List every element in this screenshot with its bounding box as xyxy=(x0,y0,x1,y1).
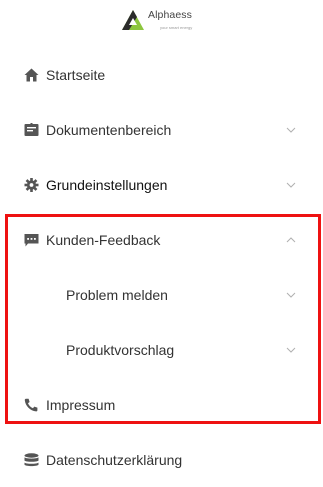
nav-item-documents[interactable]: Dokumentenbereich xyxy=(0,103,323,157)
nav-label-feedback: Kunden-Feedback xyxy=(46,232,161,248)
database-icon xyxy=(24,453,39,467)
chevron-up-icon xyxy=(286,237,296,243)
phone-icon xyxy=(24,398,38,412)
home-icon xyxy=(24,68,39,82)
nav-item-feedback[interactable]: Kunden-Feedback xyxy=(0,213,323,267)
brand-tagline: your smart energy xyxy=(160,25,193,30)
chevron-down-icon xyxy=(286,182,296,188)
nav-item-imprint[interactable]: Impressum xyxy=(0,378,323,432)
nav-item-privacy[interactable]: Datenschutzerklärung xyxy=(0,433,323,487)
chevron-down-icon xyxy=(286,347,296,353)
brand-logo[interactable]: Alphaess your smart energy xyxy=(0,0,323,48)
nav-label-home: Startseite xyxy=(46,67,106,83)
subnav-label-report-problem: Problem melden xyxy=(66,287,168,303)
nav-label-settings: Grundeinstellungen xyxy=(46,177,168,193)
nav-label-imprint: Impressum xyxy=(46,397,116,413)
chevron-down-icon xyxy=(286,127,296,133)
chat-icon xyxy=(24,234,39,247)
subnav-item-product-suggestion[interactable]: Produktvorschlag xyxy=(0,323,323,377)
document-icon xyxy=(24,123,39,136)
chevron-down-icon xyxy=(286,292,296,298)
nav-item-home[interactable]: Startseite xyxy=(0,48,323,102)
subnav-item-report-problem[interactable]: Problem melden xyxy=(0,268,323,322)
gear-icon xyxy=(24,178,39,192)
subnav-label-product-suggestion: Produktvorschlag xyxy=(66,342,175,358)
alphaess-logo-icon xyxy=(122,10,144,30)
nav-item-settings[interactable]: Grundeinstellungen xyxy=(0,158,323,212)
nav-label-documents: Dokumentenbereich xyxy=(46,122,172,138)
brand-name: Alphaess xyxy=(148,9,192,21)
